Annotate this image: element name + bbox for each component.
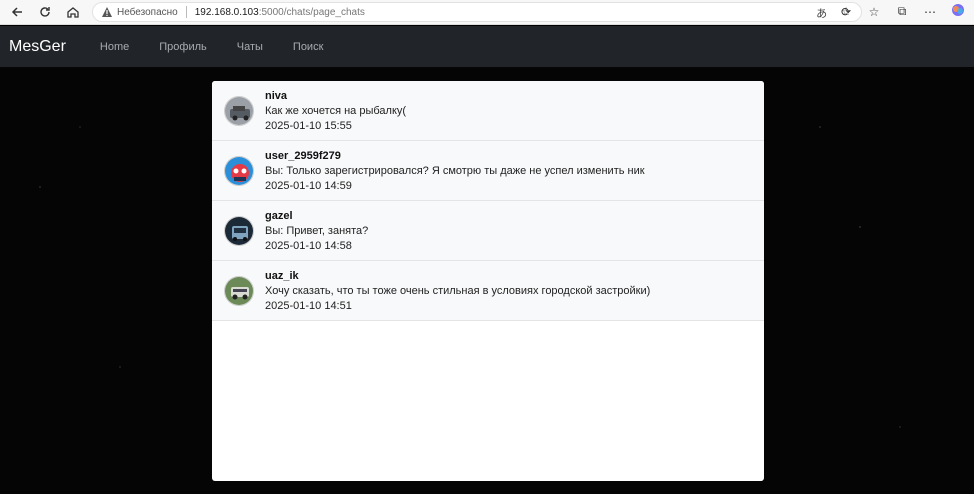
translate-icon[interactable]: あ bbox=[816, 5, 827, 21]
copilot-icon[interactable] bbox=[950, 3, 966, 20]
home-icon[interactable] bbox=[62, 1, 84, 23]
chat-last-message: Как же хочется на рыбалку( bbox=[265, 104, 407, 117]
chat-last-message: Хочу сказать, что ты тоже очень стильная… bbox=[265, 284, 651, 297]
chat-timestamp: 2025-01-10 15:55 bbox=[265, 119, 352, 132]
more-icon[interactable]: ⋯ bbox=[922, 5, 938, 19]
chat-last-message: Вы: Только зарегистрировался? Я смотрю т… bbox=[265, 164, 645, 177]
avatar bbox=[224, 275, 254, 306]
favorites-icon[interactable]: ☆ bbox=[866, 5, 882, 19]
warning-icon bbox=[102, 7, 112, 17]
nav-profile[interactable]: Профиль bbox=[159, 41, 207, 53]
chat-username: niva bbox=[265, 89, 288, 102]
nav-chats[interactable]: Чаты bbox=[237, 41, 263, 53]
nav-home[interactable]: Home bbox=[100, 41, 129, 53]
chat-list-item[interactable]: niva Как же хочется на рыбалку( 2025-01-… bbox=[212, 81, 764, 141]
chat-list-item[interactable]: user_2959f279 Вы: Только зарегистрировал… bbox=[212, 141, 764, 201]
chat-list-item[interactable]: uaz_ik Хочу сказать, что ты тоже очень с… bbox=[212, 261, 764, 321]
url-host: 192.168.0.103 bbox=[194, 6, 259, 18]
address-separator bbox=[185, 6, 187, 18]
avatar bbox=[224, 215, 254, 246]
chat-list-item[interactable]: gazel Вы: Привет, занята? 2025-01-10 14:… bbox=[212, 201, 764, 261]
chat-username: uaz_ik bbox=[265, 269, 299, 282]
avatar bbox=[224, 95, 254, 126]
brand-logo[interactable]: MesGer bbox=[9, 38, 66, 56]
extensions-icon[interactable]: ⟳ bbox=[838, 5, 854, 19]
chat-timestamp: 2025-01-10 14:51 bbox=[265, 299, 352, 312]
chat-timestamp: 2025-01-10 14:59 bbox=[265, 179, 352, 192]
chat-last-message: Вы: Привет, занята? bbox=[265, 224, 369, 237]
browser-actions: ⟳ ☆ ⧉ ⋯ bbox=[838, 3, 966, 20]
chat-username: gazel bbox=[265, 209, 293, 222]
address-bar[interactable]: Небезопасно 192.168.0.103 :5000/chats/pa… bbox=[92, 2, 862, 22]
site-navbar: MesGer Home Профиль Чаты Поиск bbox=[0, 26, 974, 67]
nav-search[interactable]: Поиск bbox=[293, 41, 323, 53]
avatar bbox=[224, 155, 254, 186]
collections-icon[interactable]: ⧉ bbox=[894, 4, 910, 19]
reload-icon[interactable] bbox=[34, 1, 56, 23]
browser-toolbar: Небезопасно 192.168.0.103 :5000/chats/pa… bbox=[0, 0, 974, 25]
url-path: :5000/chats/page_chats bbox=[258, 6, 365, 18]
chat-timestamp: 2025-01-10 14:58 bbox=[265, 239, 352, 252]
chat-list-panel: niva Как же хочется на рыбалку( 2025-01-… bbox=[212, 81, 764, 481]
chat-username: user_2959f279 bbox=[265, 149, 341, 162]
insecure-label: Небезопасно bbox=[117, 6, 178, 18]
back-icon[interactable] bbox=[6, 1, 28, 23]
